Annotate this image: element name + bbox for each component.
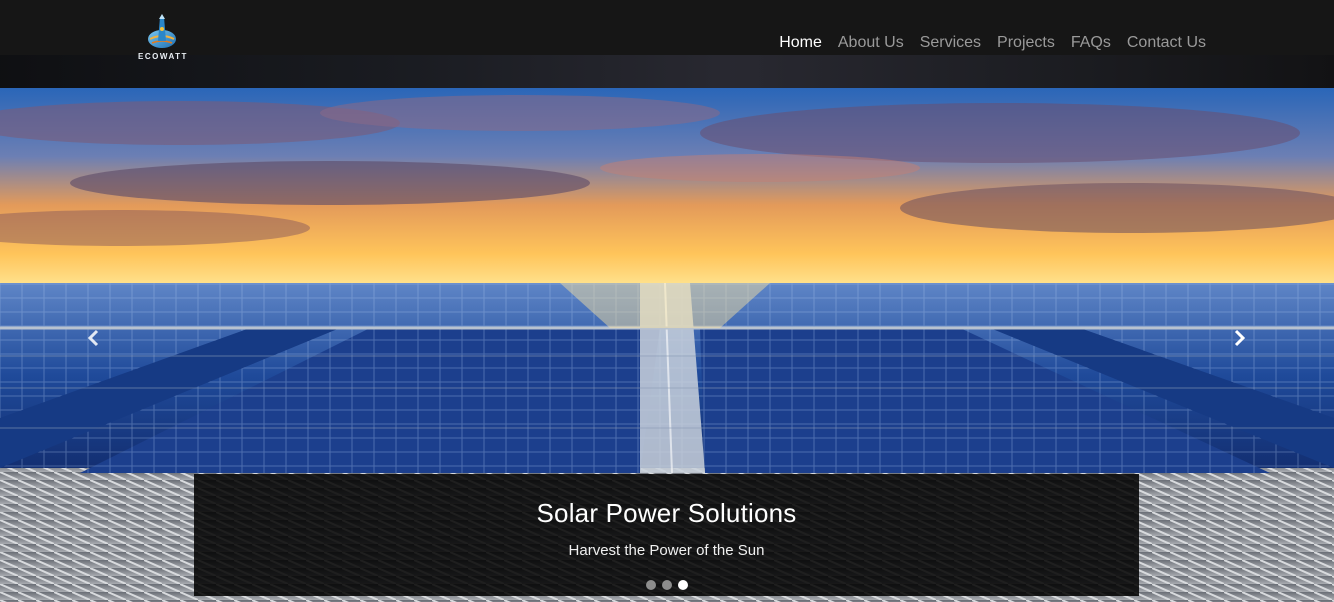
brand-name: ECOWATT — [138, 52, 188, 61]
carousel-prev-button[interactable] — [84, 328, 104, 348]
carousel-indicators — [0, 580, 1334, 590]
nav-item-projects[interactable]: Projects — [989, 33, 1063, 53]
nav-item-contact-us[interactable]: Contact Us — [1119, 33, 1214, 53]
brand-logo-link[interactable]: ECOWATT — [138, 13, 186, 65]
carousel-indicator-1[interactable] — [646, 580, 656, 590]
main-nav: Home About Us Services Projects FAQs Con… — [771, 33, 1214, 53]
globe-tower-logo-icon — [148, 14, 176, 48]
caption-text: Harvest the Power of the Sun — [568, 542, 765, 559]
carousel-caption: Solar Power Solutions Harvest the Power … — [194, 474, 1139, 596]
navbar-background-band — [0, 55, 1334, 88]
nav-item-services[interactable]: Services — [912, 33, 989, 53]
navbar: ECOWATT Home About Us Services Projects … — [0, 0, 1334, 88]
chevron-left-icon — [87, 329, 99, 347]
chevron-right-icon — [1234, 329, 1246, 347]
nav-item-about-us[interactable]: About Us — [830, 33, 912, 53]
caption-title: Solar Power Solutions — [536, 498, 797, 528]
carousel-indicator-3[interactable] — [678, 580, 688, 590]
carousel-indicator-2[interactable] — [662, 580, 672, 590]
nav-item-home[interactable]: Home — [771, 33, 830, 53]
carousel-next-button[interactable] — [1229, 328, 1249, 348]
nav-item-faqs[interactable]: FAQs — [1063, 33, 1119, 53]
